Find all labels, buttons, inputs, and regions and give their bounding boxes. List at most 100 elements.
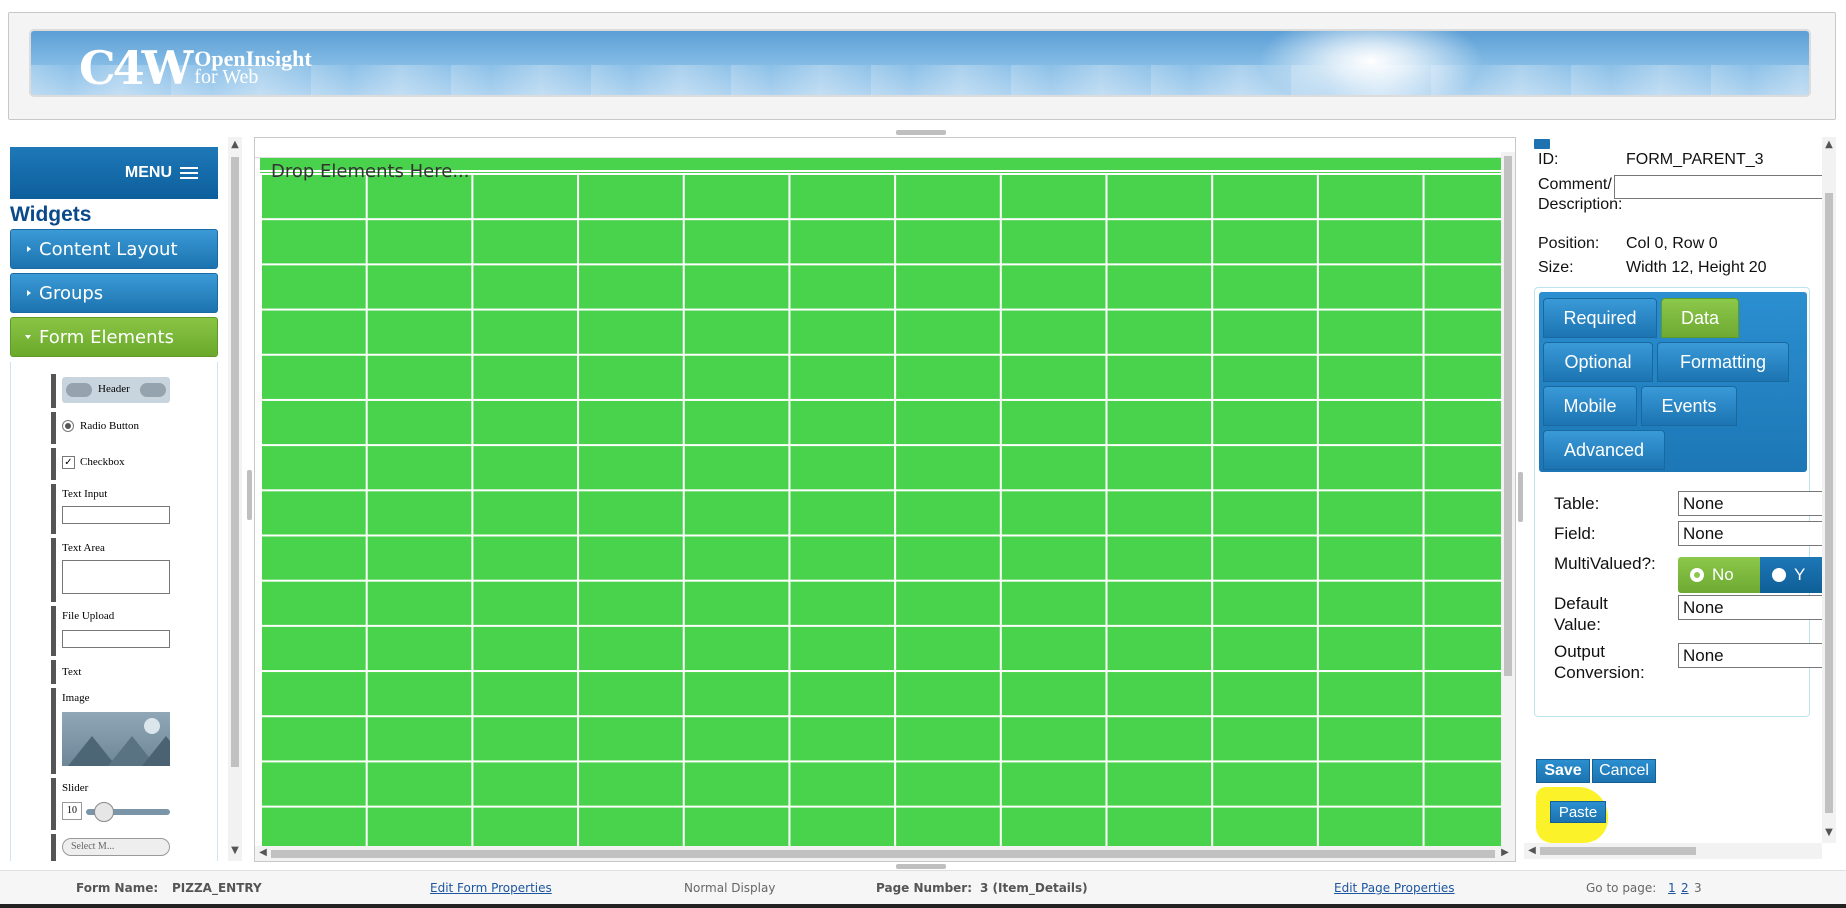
label-line: Value: bbox=[1554, 615, 1601, 634]
save-button[interactable]: Save bbox=[1536, 759, 1590, 783]
multivalued-no-option[interactable]: No bbox=[1678, 557, 1760, 593]
slider-value: 10 bbox=[62, 802, 82, 820]
canvas-vertical-scrollbar[interactable] bbox=[1501, 152, 1515, 846]
tab-events[interactable]: Events bbox=[1641, 386, 1737, 426]
tab-required[interactable]: Required bbox=[1543, 298, 1657, 338]
scroll-thumb[interactable] bbox=[231, 157, 239, 767]
table-select[interactable]: None bbox=[1678, 491, 1836, 516]
scroll-thumb[interactable] bbox=[1825, 193, 1833, 813]
comment-description-input[interactable] bbox=[1614, 175, 1836, 199]
widgets-panel: MENU Widgets Content Layout Groups Form … bbox=[8, 145, 220, 861]
tab-advanced[interactable]: Advanced bbox=[1543, 430, 1665, 470]
field-select[interactable]: None bbox=[1678, 521, 1836, 546]
widget-text[interactable]: Text bbox=[51, 660, 175, 684]
accordion-content-layout[interactable]: Content Layout bbox=[10, 229, 218, 269]
scroll-left-icon[interactable]: ◀ bbox=[257, 847, 269, 859]
text-input-preview bbox=[62, 506, 170, 524]
page-number-label: Page Number: bbox=[876, 881, 973, 895]
tab-formatting[interactable]: Formatting bbox=[1657, 342, 1789, 382]
widget-slider[interactable]: Slider 10 bbox=[51, 778, 175, 830]
banner: C4W OpenInsight for Web bbox=[29, 29, 1811, 97]
widget-select-menu[interactable]: Select M... bbox=[51, 834, 175, 861]
canvas-top-bar bbox=[255, 138, 1515, 158]
right-splitter-handle[interactable] bbox=[1518, 472, 1523, 522]
radio-icon bbox=[62, 420, 74, 432]
widgets-scrollbar[interactable]: ▲ ▼ bbox=[228, 137, 242, 861]
tabs-header: Required Data Optional Formatting Mobile… bbox=[1539, 292, 1807, 472]
properties-vertical-scrollbar[interactable]: ▲ ▼ bbox=[1822, 137, 1836, 843]
widgets-title: Widgets bbox=[10, 203, 92, 226]
image-placeholder-icon bbox=[62, 712, 170, 766]
widget-label: Radio Button bbox=[80, 420, 139, 432]
edit-form-properties-link[interactable]: Edit Form Properties bbox=[430, 881, 552, 895]
prop-value: Width 12, Height 20 bbox=[1626, 259, 1767, 276]
scroll-thumb[interactable] bbox=[1540, 847, 1696, 855]
scroll-thumb[interactable] bbox=[271, 850, 1495, 858]
scroll-down-icon[interactable]: ▼ bbox=[1823, 827, 1835, 839]
radio-icon bbox=[1772, 568, 1786, 582]
paste-button[interactable]: Paste bbox=[1550, 801, 1606, 823]
form-canvas[interactable]: Drop Elements Here... ◀ ▶ bbox=[254, 137, 1516, 862]
scroll-down-icon[interactable]: ▼ bbox=[229, 845, 241, 857]
multivalued-toggle[interactable]: No Y bbox=[1678, 557, 1836, 593]
form-name-value: PIZZA_ENTRY bbox=[172, 881, 262, 895]
scroll-right-icon[interactable]: ▶ bbox=[1499, 847, 1511, 859]
scroll-up-icon[interactable]: ▲ bbox=[1823, 139, 1835, 151]
status-footer: Form Name: PIZZA_ENTRY Edit Form Propert… bbox=[0, 870, 1846, 908]
scroll-left-icon[interactable]: ◀ bbox=[1526, 845, 1538, 857]
edit-page-properties-link[interactable]: Edit Page Properties bbox=[1334, 881, 1455, 895]
folder-icon[interactable] bbox=[1534, 139, 1550, 149]
widget-file-upload[interactable]: File Upload bbox=[51, 606, 175, 656]
drop-grid[interactable] bbox=[259, 158, 1503, 846]
tab-data[interactable]: Data bbox=[1661, 298, 1739, 338]
page-current-3: 3 bbox=[1694, 881, 1702, 895]
cancel-button[interactable]: Cancel bbox=[1592, 759, 1656, 783]
page-link-1[interactable]: 1 bbox=[1668, 881, 1676, 895]
widget-text-input[interactable]: Text Input bbox=[51, 484, 175, 534]
tab-mobile[interactable]: Mobile bbox=[1543, 386, 1637, 426]
widget-radio-button[interactable]: Radio Button bbox=[51, 412, 175, 444]
page-link-2[interactable]: 2 bbox=[1681, 881, 1689, 895]
header-knob-right bbox=[140, 383, 166, 397]
prop-label: ID: bbox=[1538, 151, 1559, 168]
scroll-thumb[interactable] bbox=[1504, 156, 1512, 676]
image-sun bbox=[144, 718, 160, 734]
left-splitter-handle[interactable] bbox=[247, 470, 252, 520]
accordion-form-elements[interactable]: Form Elements bbox=[10, 317, 218, 357]
prop-label: Position: bbox=[1538, 235, 1600, 252]
properties-panel: ID: FORM_PARENT_3 Comment/ Description: … bbox=[1524, 137, 1836, 862]
canvas-horizontal-scrollbar[interactable]: ◀ ▶ bbox=[255, 846, 1515, 861]
menu-button[interactable]: MENU bbox=[10, 147, 218, 199]
label-line: Output bbox=[1554, 642, 1606, 661]
default-value-select[interactable]: None bbox=[1678, 595, 1836, 620]
output-conversion-select[interactable]: None bbox=[1678, 643, 1836, 668]
properties-horizontal-scrollbar[interactable]: ◀ bbox=[1524, 843, 1822, 859]
scroll-up-icon[interactable]: ▲ bbox=[229, 139, 241, 151]
widget-label: Checkbox bbox=[80, 456, 125, 468]
banner-frame: C4W OpenInsight for Web bbox=[8, 12, 1836, 120]
caret-down-icon bbox=[25, 335, 31, 339]
field-label: Field: bbox=[1554, 524, 1596, 543]
widget-label: Image bbox=[62, 692, 90, 704]
default-value-label: Default Value: bbox=[1554, 593, 1608, 635]
widget-checkbox[interactable]: ✓ Checkbox bbox=[51, 448, 175, 480]
prop-value: FORM_PARENT_3 bbox=[1626, 151, 1764, 168]
widget-image[interactable]: Image bbox=[51, 688, 175, 774]
header-knob-left bbox=[66, 383, 92, 397]
top-splitter-handle[interactable] bbox=[896, 130, 946, 135]
widget-header[interactable]: Header bbox=[51, 374, 175, 408]
logo-text: OpenInsight for Web bbox=[194, 48, 311, 93]
image-mountain bbox=[126, 736, 170, 766]
widget-text-area[interactable]: Text Area bbox=[51, 538, 175, 602]
prop-label: Description: bbox=[1538, 196, 1623, 213]
slider-knob bbox=[94, 802, 114, 822]
accordion-groups[interactable]: Groups bbox=[10, 273, 218, 313]
table-label: Table: bbox=[1554, 494, 1600, 513]
accordion-label: Groups bbox=[39, 282, 104, 304]
label-line: Conversion: bbox=[1554, 663, 1645, 682]
app-logo: C4W OpenInsight for Web bbox=[79, 39, 312, 93]
header-preview: Header bbox=[62, 377, 170, 403]
bottom-splitter-handle[interactable] bbox=[896, 864, 946, 869]
tab-optional[interactable]: Optional bbox=[1543, 342, 1653, 382]
radio-selected-icon bbox=[1690, 568, 1704, 582]
